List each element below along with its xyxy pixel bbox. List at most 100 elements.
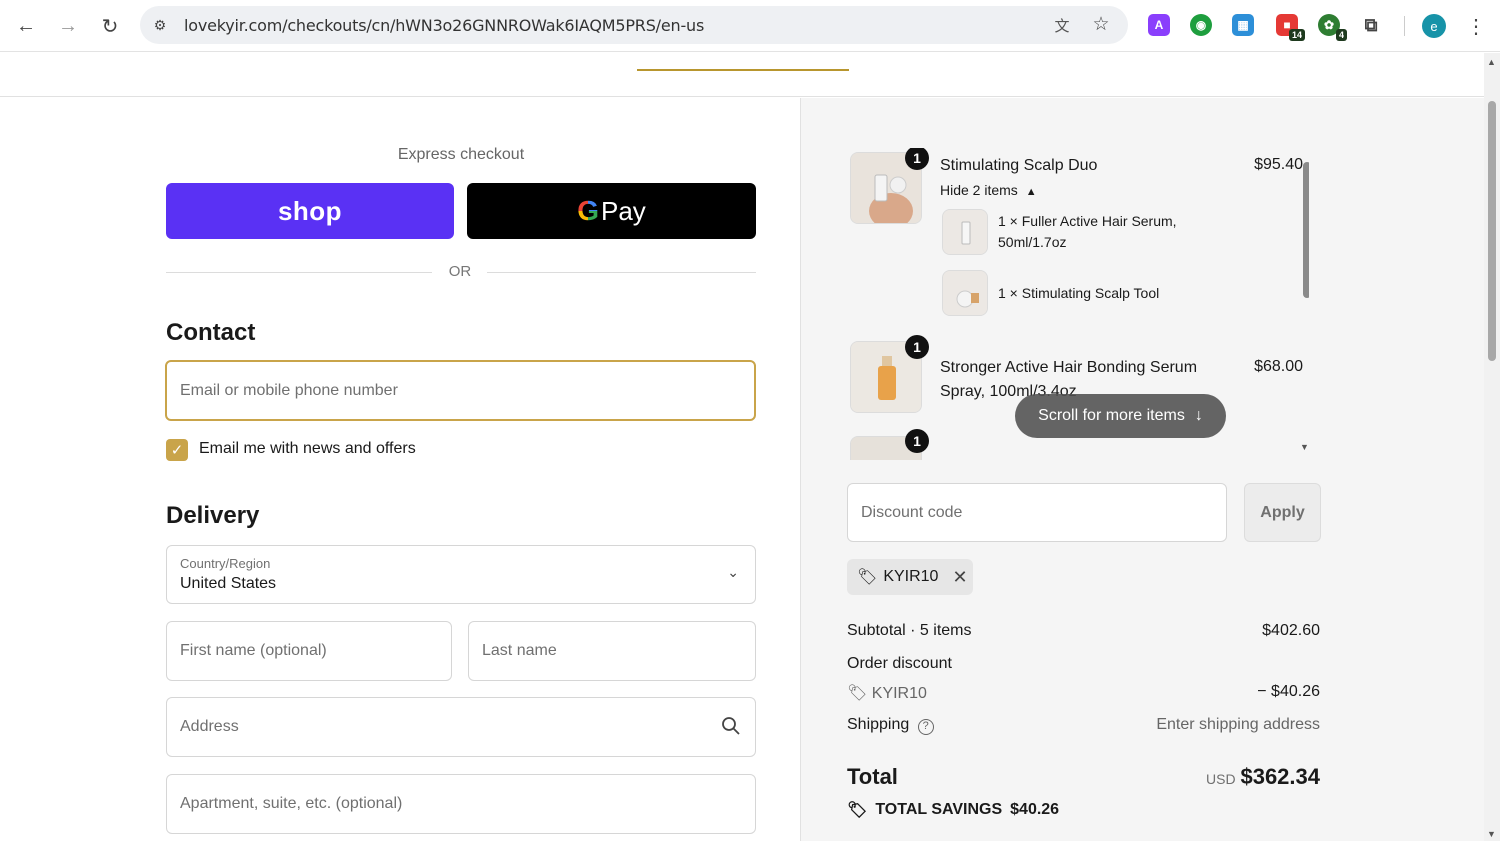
order-summary: 1 Stimulating Scalp Duo $95.40 Hide 2 it… bbox=[800, 98, 1484, 841]
remove-discount-icon[interactable]: ✕ bbox=[952, 567, 967, 588]
extension-badge: 4 bbox=[1335, 29, 1347, 41]
page-scrollbar-thumb[interactable] bbox=[1488, 101, 1496, 361]
extension-badge: 14 bbox=[1288, 29, 1305, 41]
items-scrollbar-thumb[interactable] bbox=[1303, 162, 1309, 298]
browser-toolbar: ← → ↻ ⚙ lovekyir.com/checkouts/cn/hWN3o2… bbox=[0, 0, 1500, 52]
total-value: $362.34 bbox=[1240, 764, 1320, 789]
shipping-label: Shipping bbox=[847, 716, 910, 733]
search-icon[interactable] bbox=[721, 716, 741, 736]
first-name-placeholder: First name (optional) bbox=[180, 642, 327, 659]
total-label: Total bbox=[847, 764, 898, 789]
last-name-placeholder: Last name bbox=[482, 642, 557, 659]
apartment-field[interactable]: Apartment, suite, etc. (optional) bbox=[166, 774, 756, 834]
profile-avatar[interactable]: e bbox=[1422, 14, 1446, 38]
address-placeholder: Address bbox=[180, 718, 239, 735]
quantity-badge: 1 bbox=[905, 335, 929, 359]
more-menu-icon[interactable]: ⋮ bbox=[1466, 13, 1486, 39]
scroll-down-arrow-icon[interactable]: ▼ bbox=[1300, 442, 1309, 452]
checkout-form: Express checkout shop G Pay OR Contact E… bbox=[0, 98, 800, 841]
country-value: United States bbox=[180, 575, 277, 592]
scroll-down-arrow-icon[interactable]: ▼ bbox=[1487, 829, 1496, 839]
bookmark-star-icon[interactable]: ☆ bbox=[1090, 13, 1112, 35]
a-extension-icon[interactable]: A bbox=[1148, 14, 1170, 36]
tag-icon: 🏷︎ bbox=[847, 685, 868, 702]
puzzle-green-extension-icon[interactable]: ✿ 4 bbox=[1318, 14, 1347, 41]
first-name-field[interactable]: First name (optional) bbox=[166, 621, 452, 681]
sub-item-text: 1 × Stimulating Scalp Tool bbox=[998, 285, 1160, 301]
newsletter-checkbox[interactable]: ✓ bbox=[166, 439, 188, 461]
email-field[interactable]: Email or mobile phone number bbox=[165, 360, 756, 421]
order-discount-label: Order discount bbox=[847, 655, 952, 672]
site-info-icon[interactable]: ⚙ bbox=[150, 15, 170, 35]
apartment-placeholder: Apartment, suite, etc. (optional) bbox=[180, 795, 403, 812]
delivery-heading: Delivery bbox=[166, 502, 260, 529]
scroll-more-button[interactable]: Scroll for more items ↓ bbox=[1015, 394, 1226, 438]
green-extension-icon[interactable]: ◉ bbox=[1190, 14, 1212, 36]
discount-code-text: KYIR10 bbox=[871, 685, 927, 702]
translate-icon[interactable]: 文 bbox=[1051, 14, 1073, 36]
arrow-down-icon: ↓ bbox=[1194, 407, 1203, 424]
forward-arrow-icon[interactable]: → bbox=[54, 12, 82, 40]
or-divider-left bbox=[166, 272, 432, 273]
currency-code: USD bbox=[1206, 771, 1236, 787]
url-text[interactable]: lovekyir.com/checkouts/cn/hWN3o26GNNROWa… bbox=[184, 16, 704, 35]
sub-item-image bbox=[942, 270, 988, 316]
shop-pay-button[interactable]: shop bbox=[166, 183, 454, 239]
shipping-row: Shipping ? bbox=[847, 716, 934, 735]
email-placeholder: Email or mobile phone number bbox=[180, 381, 398, 399]
address-field[interactable]: Address bbox=[166, 697, 756, 757]
savings-label: TOTAL SAVINGS bbox=[875, 801, 1003, 818]
discount-code-row: 🏷︎ KYIR10 bbox=[847, 683, 927, 703]
header-accent-line bbox=[637, 69, 849, 71]
scroll-up-arrow-icon[interactable]: ▲ bbox=[1487, 57, 1496, 67]
google-pay-button[interactable]: G Pay bbox=[467, 183, 756, 239]
quantity-badge: 1 bbox=[905, 429, 929, 453]
subtotal-label: Subtotal · 5 items bbox=[847, 622, 972, 639]
item-price: $95.40 bbox=[1254, 156, 1303, 173]
discount-placeholder: Discount code bbox=[861, 503, 963, 521]
gpay-label: Pay bbox=[600, 195, 646, 226]
tag-icon: 🏷︎ bbox=[847, 802, 868, 819]
quantity-badge: 1 bbox=[905, 148, 929, 170]
line-items-list[interactable]: 1 Stimulating Scalp Duo $95.40 Hide 2 it… bbox=[847, 148, 1309, 460]
sub-item-image bbox=[942, 209, 988, 255]
chevron-down-icon: ⌄ bbox=[727, 564, 739, 580]
country-select[interactable]: Country/Region United States ⌄ bbox=[166, 545, 756, 604]
discount-code-field[interactable]: Discount code bbox=[847, 483, 1227, 542]
applied-discount-chip: 🏷︎ KYIR10 ✕ bbox=[847, 559, 973, 595]
newsletter-label[interactable]: Email me with news and offers bbox=[199, 440, 416, 458]
red-extension-icon[interactable]: ■ 14 bbox=[1276, 14, 1305, 41]
back-arrow-icon[interactable]: ← bbox=[12, 12, 40, 40]
help-circle-icon[interactable]: ? bbox=[917, 719, 934, 735]
header-strip bbox=[0, 53, 1484, 97]
or-divider-right bbox=[487, 272, 756, 273]
total-savings: 🏷︎ TOTAL SAVINGS $40.26 bbox=[847, 800, 1059, 820]
hide-items-label: Hide 2 items bbox=[940, 182, 1018, 198]
applied-code: KYIR10 bbox=[883, 568, 939, 585]
reload-icon[interactable]: ↻ bbox=[96, 12, 124, 40]
savings-value: $40.26 bbox=[1010, 801, 1060, 818]
page-scrollbar[interactable]: ▲ ▼ bbox=[1484, 53, 1500, 841]
shipping-value: Enter shipping address bbox=[1156, 716, 1320, 733]
country-label: Country/Region bbox=[180, 556, 271, 571]
tag-icon: 🏷︎ bbox=[857, 569, 878, 586]
or-divider-text: OR bbox=[448, 263, 472, 280]
contact-heading: Contact bbox=[166, 319, 256, 346]
item-price: $68.00 bbox=[1254, 358, 1303, 375]
chevron-up-icon: ▲ bbox=[1025, 186, 1037, 198]
checkout-page: Express checkout shop G Pay OR Contact E… bbox=[0, 53, 1484, 841]
item-title: Stimulating Scalp Duo bbox=[940, 157, 1098, 174]
grid-extension-icon[interactable]: ▦ bbox=[1232, 14, 1254, 36]
toolbar-divider bbox=[1404, 16, 1405, 36]
subtotal-value: $402.60 bbox=[1262, 622, 1320, 639]
last-name-field[interactable]: Last name bbox=[468, 621, 756, 681]
address-bar[interactable]: ⚙ lovekyir.com/checkouts/cn/hWN3o26GNNRO… bbox=[140, 6, 1128, 44]
scroll-more-label: Scroll for more items bbox=[1038, 407, 1185, 424]
google-g-icon: G bbox=[577, 195, 599, 226]
express-checkout-title: Express checkout bbox=[397, 146, 525, 163]
hide-items-toggle[interactable]: Hide 2 items ▲ bbox=[940, 182, 1037, 198]
extensions-puzzle-icon[interactable]: ⧉ bbox=[1360, 14, 1382, 36]
discount-value: − $40.26 bbox=[1257, 683, 1320, 700]
apply-discount-button[interactable]: Apply bbox=[1244, 483, 1321, 542]
sub-item-text: 1 × Fuller Active Hair Serum, 50ml/1.7oz bbox=[998, 213, 1177, 250]
